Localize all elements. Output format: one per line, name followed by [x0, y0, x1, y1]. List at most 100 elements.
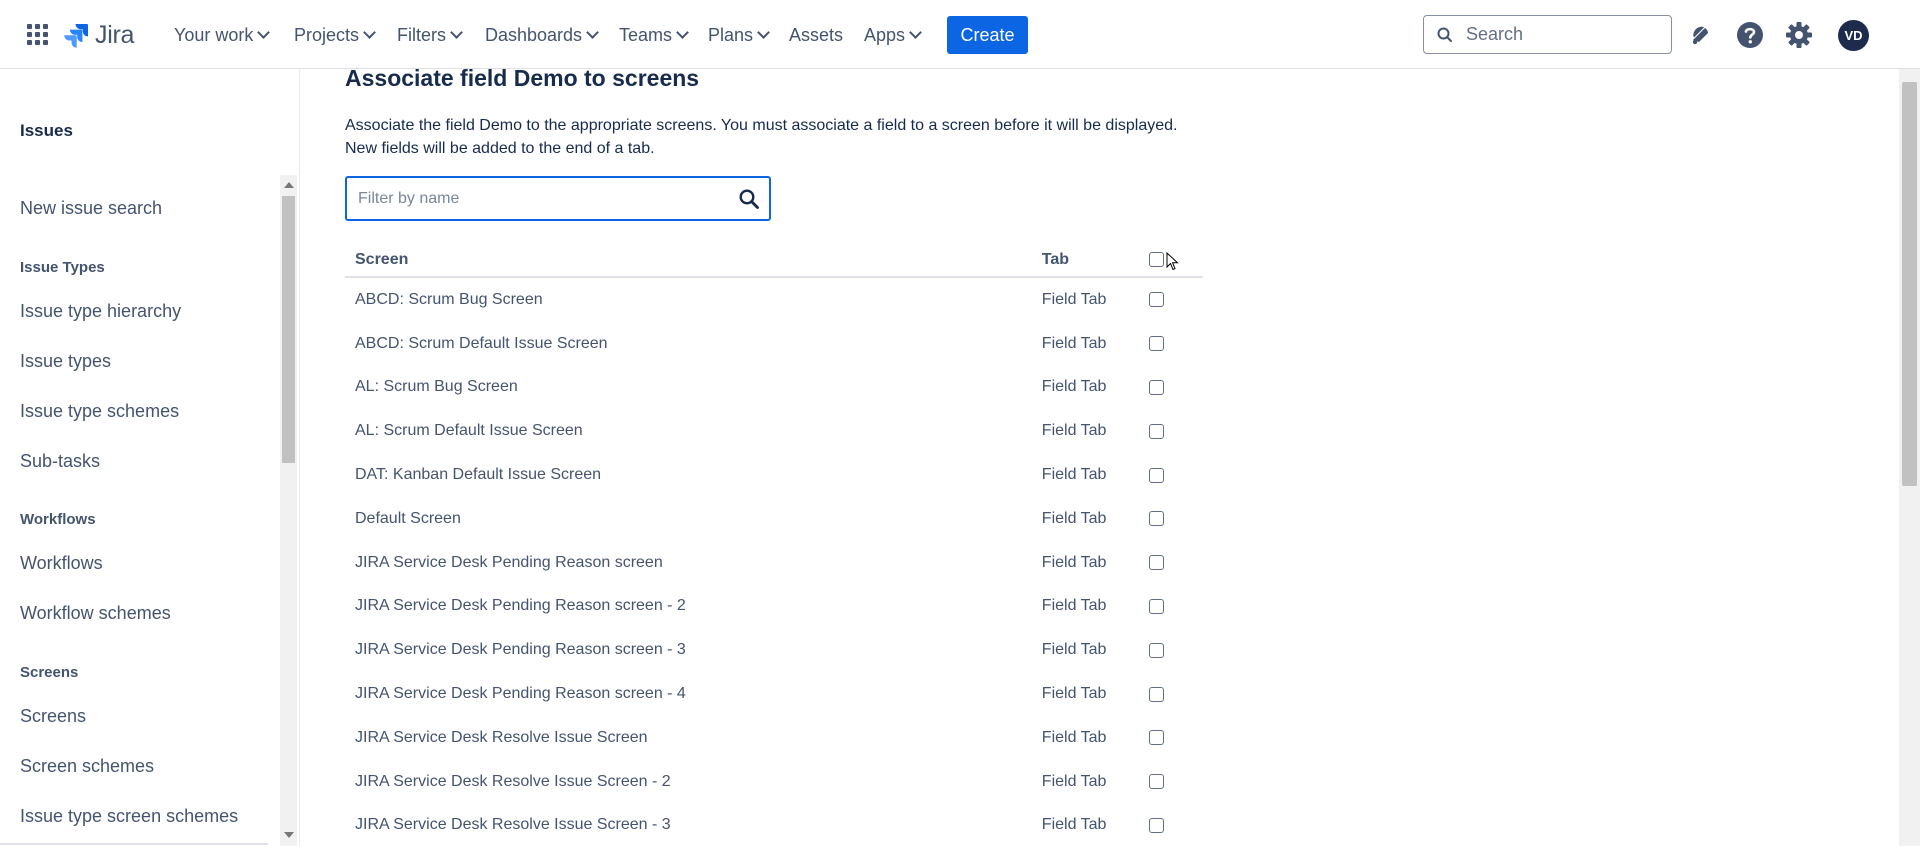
- checkbox-cell: [1139, 541, 1203, 585]
- jira-logo-icon: [64, 24, 88, 48]
- row-checkbox[interactable]: [1148, 423, 1164, 439]
- filter-input[interactable]: [356, 188, 738, 209]
- row-checkbox[interactable]: [1148, 511, 1164, 527]
- jira-logo[interactable]: Jira: [63, 18, 134, 52]
- tab-name: Field Tab: [1041, 509, 1107, 527]
- sidebar-item-issue-type-screen-schemes[interactable]: Issue type screen schemes: [20, 806, 238, 827]
- sidebar-heading-workflows: Workflows: [20, 511, 96, 528]
- screen-name: ABCD: Scrum Default Issue Screen: [355, 334, 608, 352]
- table-row: ABCD: Scrum Default Issue Screen Field Ta…: [345, 322, 1203, 366]
- app-switcher-icon[interactable]: [27, 24, 49, 46]
- checkbox-cell: [1139, 585, 1203, 629]
- chevron-down-icon: [257, 26, 271, 39]
- search-box[interactable]: [1423, 15, 1672, 54]
- row-checkbox[interactable]: [1148, 292, 1164, 308]
- top-navigation: Jira Your work Projects Filters Dashboar…: [0, 0, 1920, 69]
- tab-name: Field Tab: [1041, 553, 1107, 571]
- sidebar-item-issue-type-hierarchy[interactable]: Issue type hierarchy: [20, 301, 181, 322]
- row-checkbox[interactable]: [1148, 467, 1164, 483]
- table-row: DAT: Kanban Default Issue Screen Field Ta…: [345, 453, 1203, 497]
- create-button[interactable]: Create: [947, 16, 1028, 54]
- screen-name: JIRA Service Desk Pending Reason screen …: [355, 597, 686, 615]
- sidebar-item-new-issue-search[interactable]: New issue search: [20, 198, 162, 219]
- checkbox-cell: [1139, 453, 1203, 497]
- screens-table: Screen Tab ABCD: Scrum Bug Screen Field T…: [345, 243, 1203, 847]
- avatar[interactable]: VD: [1838, 20, 1869, 51]
- nav-dashboards[interactable]: Dashboards: [485, 22, 599, 48]
- nav-filters[interactable]: Filters: [397, 22, 463, 48]
- row-checkbox[interactable]: [1148, 336, 1164, 352]
- sidebar-divider: [0, 843, 268, 845]
- row-checkbox[interactable]: [1148, 642, 1164, 658]
- nav-assets[interactable]: Assets: [789, 22, 843, 48]
- tab-name: Field Tab: [1041, 290, 1107, 308]
- checkbox-cell: [1139, 716, 1203, 760]
- mouse-pointer-icon: [1166, 252, 1179, 271]
- screen-name: JIRA Service Desk Pending Reason screen …: [355, 685, 686, 703]
- search-icon[interactable]: [738, 188, 760, 210]
- checkbox-cell: [1139, 277, 1203, 322]
- sidebar-item-screens[interactable]: Screens: [20, 706, 86, 727]
- filter-box[interactable]: [345, 176, 771, 221]
- chevron-down-icon: [757, 26, 770, 39]
- tab-name: Field Tab: [1041, 728, 1107, 746]
- notifications-icon[interactable]: [1684, 20, 1714, 50]
- table-row: AL: Scrum Bug Screen Field Tab: [345, 366, 1203, 410]
- table-row: JIRA Service Desk Resolve Issue Screen Fi…: [345, 716, 1203, 760]
- sidebar-scroll-down-arrow-icon[interactable]: [284, 832, 294, 838]
- table-row: Default Screen Field Tab: [345, 497, 1203, 541]
- table-row: JIRA Service Desk Pending Reason screen …: [345, 585, 1203, 629]
- row-checkbox[interactable]: [1148, 730, 1164, 746]
- row-checkbox[interactable]: [1148, 379, 1164, 395]
- row-checkbox[interactable]: [1148, 598, 1164, 614]
- row-checkbox[interactable]: [1148, 686, 1164, 702]
- chevron-down-icon: [676, 26, 689, 39]
- page-scrollbar-thumb[interactable]: [1902, 82, 1917, 486]
- search-input[interactable]: [1464, 23, 1658, 46]
- nav-plans[interactable]: Plans: [708, 22, 770, 48]
- screen-name: JIRA Service Desk Resolve Issue Screen -…: [355, 816, 671, 834]
- column-header-screen: Screen: [345, 243, 1032, 278]
- screen-name: JIRA Service Desk Resolve Issue Screen -…: [355, 772, 671, 790]
- row-checkbox[interactable]: [1148, 817, 1164, 833]
- row-checkbox[interactable]: [1148, 555, 1164, 571]
- sidebar-heading-screens: Screens: [20, 664, 79, 681]
- sidebar-item-sub-tasks[interactable]: Sub-tasks: [20, 451, 100, 472]
- sidebar-item-issue-type-schemes[interactable]: Issue type schemes: [20, 401, 179, 422]
- page-description: Associate the field Demo to the appropri…: [345, 117, 1178, 157]
- tab-name: Field Tab: [1041, 641, 1107, 659]
- checkbox-cell: [1139, 804, 1203, 847]
- table-header-row: Screen Tab: [345, 243, 1203, 278]
- sidebar-item-screen-schemes[interactable]: Screen schemes: [20, 756, 154, 777]
- checkbox-cell: [1139, 760, 1203, 804]
- checkbox-cell: [1139, 322, 1203, 366]
- settings-icon[interactable]: [1784, 20, 1814, 50]
- nav-projects[interactable]: Projects: [294, 22, 376, 48]
- tab-name: Field Tab: [1041, 422, 1107, 440]
- screen-name: JIRA Service Desk Pending Reason screen …: [355, 641, 686, 659]
- chevron-down-icon: [450, 26, 463, 39]
- table-row: JIRA Service Desk Pending Reason screen …: [345, 672, 1203, 716]
- chevron-down-icon: [909, 26, 922, 39]
- screen-name: DAT: Kanban Default Issue Screen: [355, 466, 602, 484]
- sidebar-item-workflows[interactable]: Workflows: [20, 553, 103, 574]
- row-checkbox[interactable]: [1148, 774, 1164, 790]
- help-icon[interactable]: [1735, 20, 1765, 50]
- checkbox-cell: [1139, 672, 1203, 716]
- sidebar-item-issue-types[interactable]: Issue types: [20, 351, 111, 372]
- checkbox-cell: [1139, 409, 1203, 453]
- sidebar-heading-issue-types: Issue Types: [20, 259, 105, 276]
- nav-teams[interactable]: Teams: [619, 22, 689, 48]
- table-row: JIRA Service Desk Resolve Issue Screen -…: [345, 760, 1203, 804]
- select-all-checkbox[interactable]: [1148, 252, 1164, 267]
- sidebar-scroll-up-arrow-icon[interactable]: [284, 182, 294, 188]
- sidebar-item-workflow-schemes[interactable]: Workflow schemes: [20, 603, 171, 624]
- nav-your-work[interactable]: Your work: [174, 22, 271, 48]
- sidebar-scrollbar-thumb[interactable]: [282, 196, 295, 463]
- page-title: Associate field Demo to screens: [345, 65, 700, 91]
- nav-apps[interactable]: Apps: [864, 22, 922, 48]
- table-row: AL: Scrum Default Issue Screen Field Tab: [345, 409, 1203, 453]
- chevron-down-icon: [363, 26, 376, 39]
- tab-name: Field Tab: [1041, 816, 1107, 834]
- screen-name: ABCD: Scrum Bug Screen: [355, 290, 543, 308]
